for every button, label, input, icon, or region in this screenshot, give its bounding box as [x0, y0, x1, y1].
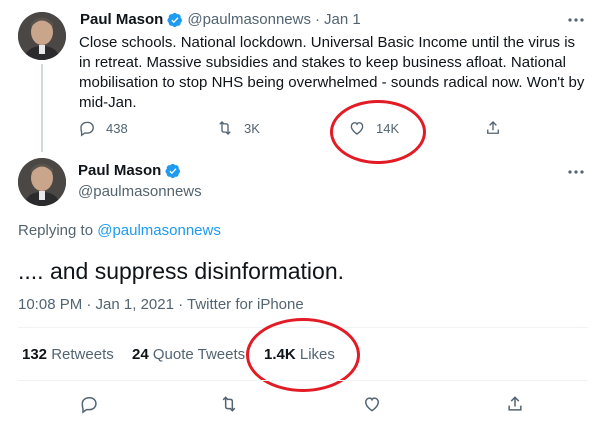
- annotation-circle-likes: [330, 100, 426, 164]
- reply-icon: [81, 397, 97, 414]
- like-button[interactable]: [362, 394, 382, 414]
- share-button[interactable]: [505, 394, 525, 414]
- retweet-button[interactable]: 3K: [216, 119, 260, 137]
- quote-tweets-label: Quote Tweets: [152, 346, 246, 363]
- reply-button[interactable]: [79, 394, 99, 414]
- share-icon: [508, 396, 522, 411]
- tweet-text: Close schools. National lockdown. Univer…: [79, 34, 585, 111]
- retweet-count: 3K: [244, 120, 260, 136]
- tweet-timestamp[interactable]: 10:08 PM · Jan 1, 2021 · Twitter for iPh…: [18, 296, 304, 313]
- tweet-author-row: Paul Mason: [78, 162, 181, 179]
- verified-badge-icon: [167, 12, 183, 27]
- tweet-text: .... and suppress disinformation.: [18, 258, 344, 284]
- avatar[interactable]: [18, 158, 66, 206]
- author-handle[interactable]: @paulmasonnews: [187, 11, 311, 28]
- divider: [18, 380, 588, 381]
- tweet-header: Paul Mason @paulmasonnews · Jan 1: [80, 11, 361, 28]
- author-name[interactable]: Paul Mason: [78, 162, 161, 179]
- quote-tweets-count: 24: [132, 346, 149, 363]
- retweet-icon: [222, 396, 236, 412]
- reply-icon: [80, 121, 94, 137]
- more-icon[interactable]: [567, 164, 585, 180]
- retweet-icon: [219, 121, 231, 135]
- author-name[interactable]: Paul Mason: [80, 11, 163, 28]
- more-icon[interactable]: [567, 12, 585, 28]
- reply-button[interactable]: 438: [78, 119, 128, 137]
- more-icon-glyph: [568, 170, 584, 174]
- tweet-date[interactable]: Jan 1: [324, 11, 361, 28]
- avatar[interactable]: [18, 12, 66, 60]
- share-button[interactable]: [484, 119, 502, 137]
- author-handle[interactable]: @paulmasonnews: [78, 183, 202, 200]
- retweets-count: 132: [22, 346, 48, 363]
- replying-to-label: Replying to: [18, 222, 94, 239]
- reply-count: 438: [106, 120, 128, 136]
- heart-icon: [364, 397, 380, 412]
- share-icon: [487, 121, 499, 134]
- more-icon-glyph: [568, 18, 584, 22]
- replying-to-handle[interactable]: @paulmasonnews: [97, 222, 221, 239]
- retweets-stat[interactable]: 132 Retweets: [22, 346, 114, 363]
- avatar-portrait: [18, 158, 66, 206]
- header-separator: ·: [315, 11, 320, 28]
- replying-to: Replying to @paulmasonnews: [18, 222, 221, 239]
- avatar-portrait: [18, 12, 66, 60]
- retweet-button[interactable]: [219, 394, 239, 414]
- thread-line: [41, 64, 43, 152]
- quote-tweets-stat[interactable]: 24 Quote Tweets: [132, 346, 245, 363]
- retweets-label: Retweets: [51, 346, 114, 363]
- verified-badge-icon: [165, 163, 181, 178]
